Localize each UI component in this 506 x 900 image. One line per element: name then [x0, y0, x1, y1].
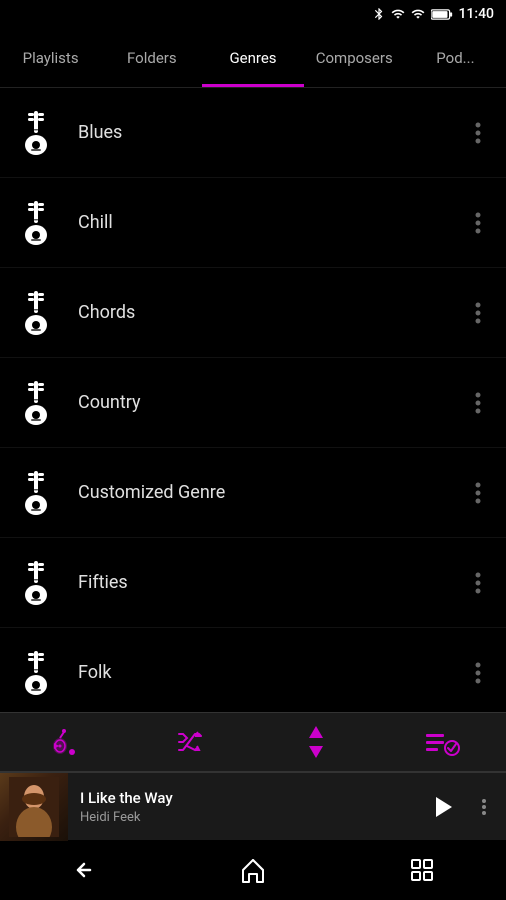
sort-icon [301, 724, 331, 760]
playback-controls-bar [0, 712, 506, 772]
more-dots-icon [475, 662, 481, 684]
genre-more-button[interactable] [462, 212, 494, 234]
genre-icon [12, 289, 60, 337]
queue-button[interactable] [414, 716, 468, 768]
status-icons: 11:40 [372, 6, 494, 22]
now-playing-more-button[interactable] [466, 797, 502, 817]
genre-icon [12, 469, 60, 517]
play-button[interactable] [38, 716, 90, 768]
genre-icon [12, 199, 60, 247]
now-playing-info: I Like the Way Heidi Feek [68, 789, 418, 825]
more-dots-icon [475, 302, 481, 324]
more-dots-icon [475, 482, 481, 504]
genre-name: Country [78, 392, 462, 413]
tab-podcasts[interactable]: Pod... [405, 28, 506, 87]
more-vertical-icon [474, 797, 494, 817]
bluetooth-icon [372, 7, 386, 21]
genre-name: Chords [78, 302, 462, 323]
ukulele-icon [18, 471, 54, 515]
play-triangle-icon [428, 793, 456, 821]
genre-list-item[interactable]: Folk [0, 628, 506, 712]
genre-more-button[interactable] [462, 662, 494, 684]
ukulele-icon [18, 291, 54, 335]
tab-playlists[interactable]: Playlists [0, 28, 101, 87]
more-dots-icon [475, 122, 481, 144]
ukulele-icon [18, 651, 54, 695]
genre-name: Customized Genre [78, 482, 462, 503]
wifi-icon [410, 7, 426, 21]
sort-button[interactable] [293, 716, 339, 768]
recents-icon [408, 856, 436, 884]
genre-more-button[interactable] [462, 572, 494, 594]
main-content: Playlists Folders Genres Composers Pod..… [0, 28, 506, 900]
now-playing-title: I Like the Way [80, 789, 406, 807]
genre-more-button[interactable] [462, 122, 494, 144]
more-dots-icon [475, 212, 481, 234]
now-playing-bar[interactable]: I Like the Way Heidi Feek [0, 772, 506, 840]
genre-more-button[interactable] [462, 392, 494, 414]
battery-icon [431, 8, 453, 21]
genre-icon [12, 649, 60, 697]
back-icon [70, 856, 98, 884]
genre-icon [12, 379, 60, 427]
genre-icon [12, 559, 60, 607]
ukulele-icon [18, 201, 54, 245]
ukulele-icon [18, 381, 54, 425]
genre-list-item[interactable]: Customized Genre [0, 448, 506, 538]
genre-list: Blues [0, 88, 506, 712]
home-icon [239, 856, 267, 884]
more-dots-icon [475, 392, 481, 414]
tab-composers[interactable]: Composers [304, 28, 405, 87]
genre-name: Fifties [78, 572, 462, 593]
genre-list-item[interactable]: Chords [0, 268, 506, 358]
genre-more-button[interactable] [462, 482, 494, 504]
ukulele-icon [18, 111, 54, 155]
genre-name: Blues [78, 122, 462, 143]
play-icon [46, 724, 82, 760]
more-dots-icon [475, 572, 481, 594]
shuffle-button[interactable] [165, 716, 217, 768]
recents-button[interactable] [384, 848, 460, 892]
genre-more-button[interactable] [462, 302, 494, 324]
now-playing-play-button[interactable] [418, 793, 466, 821]
genre-list-item[interactable]: Blues [0, 88, 506, 178]
genre-name: Chill [78, 212, 462, 233]
artist-image [9, 777, 59, 837]
genre-list-item[interactable]: Chill [0, 178, 506, 268]
shuffle-icon [173, 724, 209, 760]
tab-folders[interactable]: Folders [101, 28, 202, 87]
album-art [0, 773, 68, 841]
queue-icon [422, 724, 460, 760]
signal-icon [391, 7, 405, 21]
now-playing-artist: Heidi Feek [80, 810, 406, 825]
status-bar: 11:40 [0, 0, 506, 28]
nav-bar [0, 840, 506, 900]
genre-name: Folk [78, 662, 462, 683]
genre-list-item[interactable]: Fifties [0, 538, 506, 628]
genre-icon [12, 109, 60, 157]
tab-genres[interactable]: Genres [202, 28, 303, 87]
genre-list-item[interactable]: Country [0, 358, 506, 448]
status-time: 11:40 [458, 6, 494, 22]
back-button[interactable] [46, 848, 122, 892]
home-button[interactable] [215, 848, 291, 892]
ukulele-icon [18, 561, 54, 605]
tab-bar: Playlists Folders Genres Composers Pod..… [0, 28, 506, 88]
